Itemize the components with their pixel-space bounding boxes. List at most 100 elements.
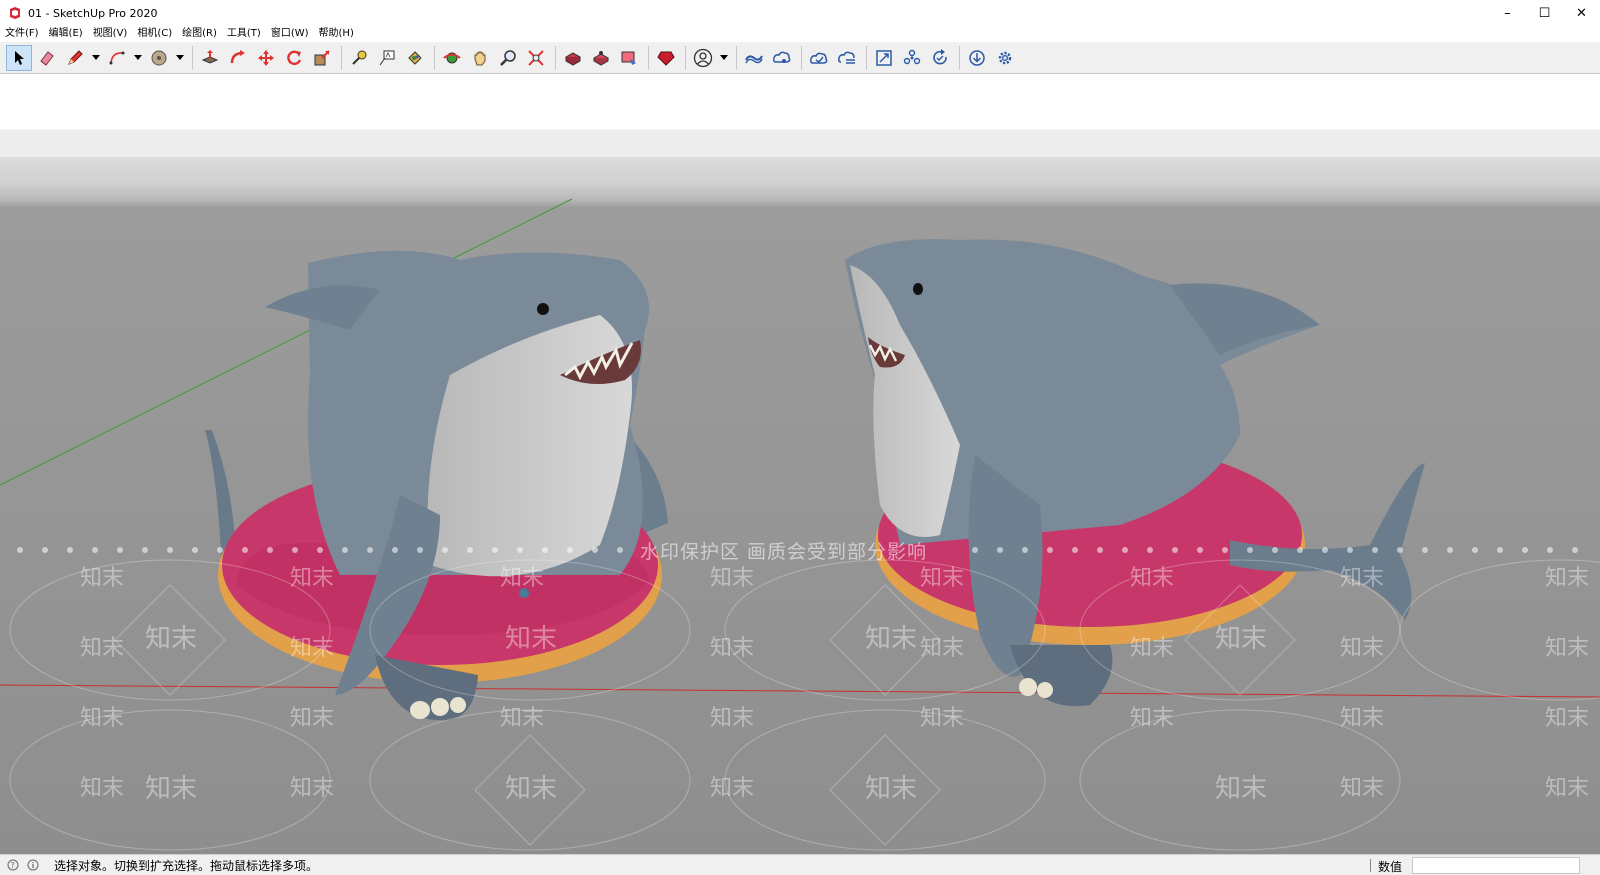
- window-controls: – ☐ ✕: [1489, 0, 1600, 26]
- watermark-brand: 知末: [80, 776, 124, 801]
- watermark-brand: 知末: [80, 706, 124, 731]
- scenes-button[interactable]: [871, 45, 897, 71]
- text-icon: [379, 50, 395, 65]
- menu-help[interactable]: 帮助(H): [314, 26, 359, 42]
- model-viewport[interactable]: 知末 知末 知末 知末 知末 知末 知末 知末 知末 知末 知末 知末 知末 知…: [0, 75, 1600, 854]
- maximize-button[interactable]: ☐: [1526, 0, 1563, 26]
- layout-button[interactable]: [616, 45, 642, 71]
- trimble-connect-icon: [745, 54, 763, 63]
- menu-view[interactable]: 视图(V): [88, 26, 133, 42]
- circle-icon: [151, 50, 167, 65]
- watermark-brand: 知末: [290, 636, 334, 661]
- menu-edit[interactable]: 编辑(E): [44, 26, 88, 42]
- close-button[interactable]: ✕: [1563, 0, 1600, 26]
- watermark-brand: 知末: [1340, 636, 1384, 661]
- tape-measure-icon: [352, 50, 367, 65]
- push-pull-icon: [201, 49, 219, 64]
- watermark-brand: 知末: [1130, 706, 1174, 731]
- status-divider: [1370, 859, 1371, 872]
- push-pull-tool-button[interactable]: [197, 45, 223, 71]
- components-icon: [903, 49, 921, 64]
- download-button[interactable]: [964, 45, 990, 71]
- move-tool-button[interactable]: [253, 45, 279, 71]
- toolbar-separator: [866, 45, 867, 70]
- follow-me-tool-button[interactable]: [225, 45, 251, 71]
- scene-canvas: 知末 知末 知末 知末 知末 知末 知末 知末 知末 知末 知末 知末 知末 知…: [0, 75, 1600, 854]
- watermark-brand: 知末: [1545, 776, 1589, 801]
- arc-tool-button[interactable]: [104, 45, 130, 71]
- geo-location-icon[interactable]: ?: [6, 858, 20, 872]
- menu-camera[interactable]: 相机(C): [132, 26, 177, 42]
- main-toolbar: [0, 42, 1600, 74]
- paint-bucket-icon: [408, 50, 422, 65]
- extension-warehouse-icon: [592, 50, 610, 66]
- watermark-brand: 知末: [80, 636, 124, 661]
- info-icon[interactable]: [26, 858, 40, 872]
- watermark-brand: 知末: [710, 636, 754, 661]
- menu-file[interactable]: 文件(F): [0, 26, 44, 42]
- toolbar-separator: [341, 45, 342, 70]
- watermark-brand: 知末: [290, 776, 334, 801]
- extension-warehouse-button[interactable]: [588, 45, 614, 71]
- scale-icon: [314, 49, 330, 65]
- watermark-brand: 知末: [710, 566, 754, 591]
- watermark-brand: 知末: [505, 624, 557, 654]
- sky-ground-background: [0, 75, 1600, 854]
- components-button[interactable]: [899, 45, 925, 71]
- menu-window[interactable]: 窗口(W): [266, 26, 314, 42]
- circle-dropdown[interactable]: [174, 45, 186, 71]
- text-tool-button[interactable]: [374, 45, 400, 71]
- menu-tools[interactable]: 工具(T): [222, 26, 266, 42]
- circle-tool-button[interactable]: [146, 45, 172, 71]
- share-model-button[interactable]: [769, 45, 795, 71]
- menu-bar: 文件(F) 编辑(E) 视图(V) 相机(C) 绘图(R) 工具(T) 窗口(W…: [0, 26, 1600, 42]
- profile-button[interactable]: [690, 45, 716, 71]
- measurements-label: 数值: [1378, 860, 1403, 874]
- scale-tool-button[interactable]: [309, 45, 335, 71]
- watermark-brand: 知末: [1545, 636, 1589, 661]
- eraser-tool-button[interactable]: [34, 45, 60, 71]
- watermark-brand: 知末: [865, 624, 917, 654]
- watermark-brand: 知末: [1340, 566, 1384, 591]
- watermark-brand: 知末: [145, 624, 197, 654]
- rotate-icon: [287, 50, 302, 65]
- watermark-brand: 知末: [710, 706, 754, 731]
- toolbar-separator: [192, 45, 193, 70]
- svg-text:?: ?: [11, 861, 15, 870]
- ruby-console-button[interactable]: [653, 45, 679, 71]
- zoom-extents-icon: [528, 49, 544, 66]
- profile-dropdown[interactable]: [718, 45, 730, 71]
- line-dropdown[interactable]: [90, 45, 102, 71]
- arc-dropdown[interactable]: [132, 45, 144, 71]
- rotate-tool-button[interactable]: [281, 45, 307, 71]
- pencil-icon: [68, 49, 83, 65]
- trimble-connect-button[interactable]: [741, 45, 767, 71]
- watermark-brand: 知末: [1340, 776, 1384, 801]
- watermark-brand: 知末: [1545, 566, 1589, 591]
- measurements-input[interactable]: [1412, 857, 1580, 874]
- pan-tool-button[interactable]: [467, 45, 493, 71]
- watermark-brand: 知末: [920, 566, 964, 591]
- line-tool-button[interactable]: [62, 45, 88, 71]
- select-tool-button[interactable]: [6, 44, 32, 71]
- cloud-upload-button[interactable]: [806, 45, 832, 71]
- title-bar: 01 - SketchUp Pro 2020 – ☐ ✕: [0, 0, 1600, 26]
- refresh-button[interactable]: [927, 45, 953, 71]
- share-icon: [773, 51, 791, 63]
- minimize-button[interactable]: –: [1489, 0, 1526, 26]
- watermark-brand: 知末: [505, 774, 557, 804]
- toolbar-separator: [801, 45, 802, 70]
- paint-bucket-tool-button[interactable]: [402, 45, 428, 71]
- status-message: 选择对象。切换到扩充选择。拖动鼠标选择多项。: [54, 858, 319, 873]
- menu-draw[interactable]: 绘图(R): [177, 26, 222, 42]
- 3d-warehouse-button[interactable]: [560, 45, 586, 71]
- cloud-sync-button[interactable]: [834, 45, 860, 71]
- zoom-extents-tool-button[interactable]: [523, 45, 549, 71]
- ruby-icon: [657, 51, 675, 66]
- watermark-brand: 知末: [1215, 624, 1267, 654]
- orbit-tool-button[interactable]: [439, 45, 465, 71]
- settings-button[interactable]: [992, 45, 1018, 71]
- zoom-tool-button[interactable]: [495, 45, 521, 71]
- tape-measure-tool-button[interactable]: [346, 45, 372, 71]
- profile-icon: [693, 48, 713, 67]
